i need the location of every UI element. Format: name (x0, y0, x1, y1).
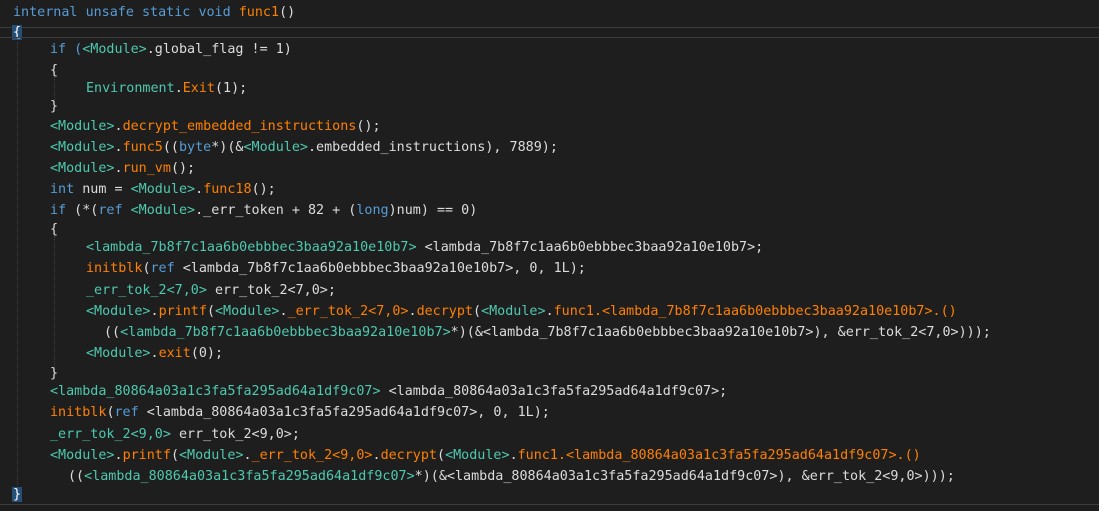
signature-parens: () (279, 5, 296, 20)
code-line-signature: internal unsafe static void func1() (13, 2, 1099, 23)
code-line: ((<lambda_80864a03a1c3fa5fa295ad64a1df9c… (68, 469, 955, 484)
keyword-unsafe: unsafe (85, 5, 134, 20)
code-line: <Module>.decrypt_embedded_instructions()… (50, 119, 381, 134)
keyword-internal: internal (13, 5, 78, 20)
divider (0, 504, 1099, 505)
code-line: <lambda_7b8f7c1aa6b0ebbbec3baa92a10e10b7… (86, 240, 764, 255)
code-line: } (50, 99, 59, 114)
method-name: func1 (238, 5, 280, 20)
code-line: initblk(ref <lambda_80864a03a1c3fa5fa295… (50, 405, 550, 420)
divider (0, 37, 1099, 38)
code-line: <Module>.printf(<Module>._err_tok_2<7,0>… (86, 304, 957, 319)
code-line: <Module>.exit(0); (86, 346, 224, 361)
code-line: <Module>.func5((byte*)(&<Module>.embedde… (50, 140, 558, 155)
keyword-static: static (142, 5, 191, 20)
code-line: _err_tok_2<9,0> err_tok_2<9,0>; (50, 427, 300, 442)
code-line: <lambda_80864a03a1c3fa5fa295ad64a1df9c07… (50, 384, 728, 399)
code-line: _err_tok_2<7,0> err_tok_2<7,0>; (86, 283, 336, 298)
code-line: <Module>.run_vm(); (50, 161, 196, 176)
indent-guide (17, 42, 18, 492)
keyword-void: void (198, 5, 231, 20)
indent-guide (54, 236, 55, 372)
divider (0, 27, 1099, 28)
code-editor[interactable]: internal unsafe static void func1() { if… (0, 0, 1099, 511)
code-line: int num = <Module>.func18(); (50, 182, 276, 197)
code-line: <Module>.printf(<Module>._err_tok_2<9,0>… (50, 448, 921, 463)
code-line: initblk(ref <lambda_7b8f7c1aa6b0ebbbec3b… (86, 261, 586, 276)
code-line: if (*(ref <Module>._err_token + 82 + (lo… (50, 203, 478, 218)
code-line: ((<lambda_7b8f7c1aa6b0ebbbec3baa92a10e10… (104, 325, 991, 340)
code-line: if (<Module>.global_flag != 1) (50, 42, 292, 57)
close-brace-highlight: } (12, 487, 23, 502)
